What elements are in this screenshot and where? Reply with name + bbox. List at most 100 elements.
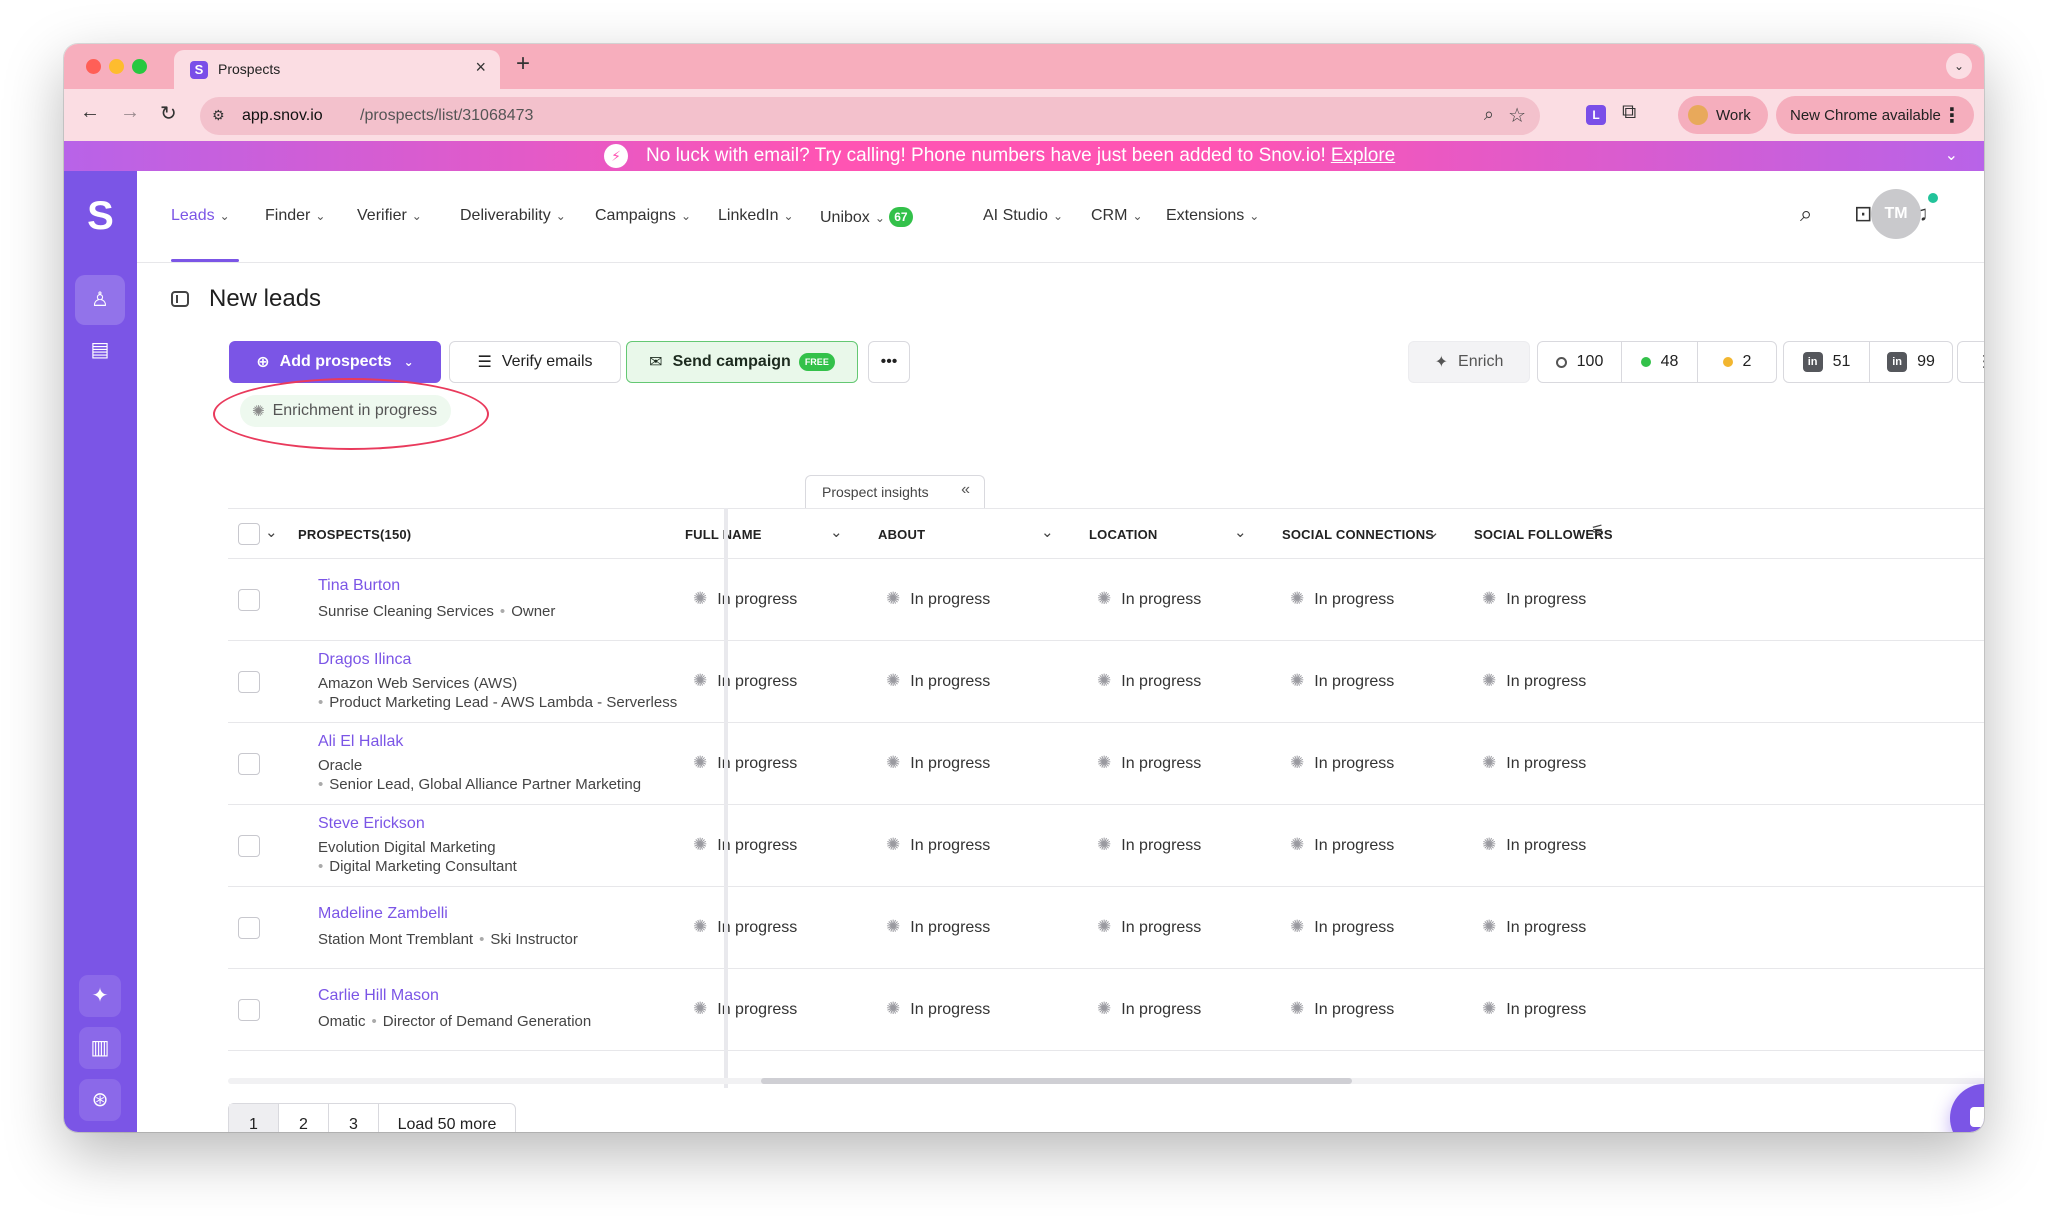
stat-linkedin-a[interactable]: in 51 [1784,342,1870,382]
verify-emails-label: Verify emails [501,353,593,370]
spinner-icon: ✺ [886,835,901,854]
linkedin-stats: in 51 in 99 [1783,341,1953,383]
nav-extensions[interactable]: Extensions ⌄ [1166,207,1259,225]
prospect-insights-tab[interactable]: Prospect insights « [805,475,985,509]
send-campaign-button[interactable]: ✉ Send campaign FREE [626,341,858,383]
sidebar-help-lifebuoy-icon[interactable]: ⊛ [79,1079,121,1121]
row-checkbox[interactable] [238,671,260,693]
chevron-down-icon[interactable]: ⌄ [1041,523,1054,541]
nav-leads[interactable]: Leads ⌄ [171,207,230,225]
chevron-down-icon[interactable]: ⌄ [830,523,843,541]
maximize-window-button[interactable] [132,59,147,74]
sidebar-prospects-person-icon[interactable]: ♙ [75,275,125,325]
nav-linkedin[interactable]: LinkedIn ⌄ [718,207,794,225]
cell-social-followers: ✺ In progress [1482,917,1586,937]
chevron-down-icon[interactable]: ⌄ [1427,523,1440,541]
verify-emails-button[interactable]: ☰ Verify emails [449,341,621,383]
sidebar-companies-icon[interactable]: ▤ [75,325,125,375]
banner-text: No luck with email? Try calling! Phone n… [646,145,1326,166]
prospect-name-link[interactable]: Tina Burton [318,577,400,595]
banner-collapse-icon[interactable]: ⌄ [1945,145,1958,165]
prospect-name-link[interactable]: Madeline Zambelli [318,905,448,923]
nav-finder[interactable]: Finder ⌄ [265,207,325,225]
column-settings-sliders-icon[interactable]: ⚟ [1591,521,1604,539]
extension-l-icon[interactable]: L [1586,105,1606,125]
extensions-puzzle-icon[interactable]: ⧉ [1622,101,1636,124]
row-checkbox[interactable] [238,835,260,857]
nav-ai-studio[interactable]: AI Studio ⌄ [983,207,1063,225]
row-checkbox[interactable] [238,589,260,611]
collapse-double-chevron-icon[interactable]: « [961,481,970,499]
sidebar-tips-lightbulb-icon[interactable]: ✦ [79,975,121,1017]
row-checkbox[interactable] [238,999,260,1021]
rewards-ticket-icon[interactable]: ⊡ [1854,201,1872,227]
page-2-button[interactable]: 2 [279,1104,329,1132]
column-header-about[interactable]: ABOUT [878,527,925,542]
table-row[interactable]: Carlie Hill Mason Omatic • Director of Dem… [228,969,1984,1051]
chat-support-button[interactable] [1950,1084,1984,1132]
back-arrow-icon[interactable]: ← [80,101,100,124]
table-row[interactable]: Ali El Hallak Oracle • Senior Lead, Globa… [228,723,1984,805]
horizontal-scrollbar[interactable] [228,1078,1984,1084]
nav-crm[interactable]: CRM ⌄ [1091,207,1143,225]
prospect-name-link[interactable]: Dragos Ilinca [318,651,411,669]
stat-unverified-value: 2 [1742,353,1752,370]
minimize-window-button[interactable] [109,59,124,74]
forward-arrow-icon[interactable]: → [120,101,140,124]
profile-avatar [1688,105,1708,125]
chrome-update-chip[interactable]: New Chrome available ⋮ [1776,96,1974,134]
row-checkbox[interactable] [238,917,260,939]
spinner-icon: ✺ [1097,671,1112,690]
stat-unverified[interactable]: 2 [1698,342,1776,382]
enrich-button[interactable]: ✦ Enrich [1408,341,1530,383]
sidebar-toggle-icon[interactable] [171,291,189,307]
site-settings-icon[interactable]: ⚙ [212,107,225,124]
zoom-icon[interactable]: ⌕ [1484,104,1494,125]
more-menu-icon[interactable]: ⋮ [1942,103,1962,128]
more-actions-button[interactable]: ••• [868,341,910,383]
page-1-button[interactable]: 1 [229,1104,279,1132]
spinner-icon: ✺ [693,753,708,772]
verify-list-icon: ☰ [477,354,492,371]
nav-unibox[interactable]: Unibox ⌄ 67 [820,207,913,227]
column-header-social-connections[interactable]: SOCIAL CONNECTIONS [1282,527,1434,542]
prospect-name-link[interactable]: Carlie Hill Mason [318,987,439,1005]
prospect-name-link[interactable]: Ali El Hallak [318,733,403,751]
tab-search-chevron-icon[interactable]: ⌄ [1946,53,1972,79]
banner-explore-link[interactable]: Explore [1331,145,1395,167]
table-row[interactable]: Madeline Zambelli Station Mont Tremblant… [228,887,1984,969]
search-icon[interactable]: ⌕ [1800,201,1812,227]
select-options-chevron-icon[interactable]: ⌄ [265,523,278,541]
nav-verifier[interactable]: Verifier ⌄ [357,207,422,225]
load-more-button[interactable]: Load 50 more [379,1104,515,1132]
sidebar-knowledge-book-icon[interactable]: ▥ [79,1027,121,1069]
close-window-button[interactable] [86,59,101,74]
page-3-button[interactable]: 3 [329,1104,379,1132]
new-tab-plus-icon[interactable]: + [516,50,530,78]
table-row[interactable]: Dragos Ilinca Amazon Web Services (AWS) … [228,641,1984,723]
tab-close-icon[interactable]: × [475,57,486,78]
table-row[interactable]: Steve Erickson Evolution Digital Marketi… [228,805,1984,887]
stat-linkedin-b[interactable]: in 99 [1870,342,1952,382]
chevron-down-icon[interactable]: ⌄ [1234,523,1247,541]
nav-deliverability[interactable]: Deliverability ⌄ [460,207,566,225]
bullet-separator: • [479,931,485,948]
user-avatar[interactable]: TM [1871,189,1921,239]
nav-campaigns[interactable]: Campaigns ⌄ [595,207,691,225]
snovio-logo[interactable]: S [64,171,137,261]
table-row[interactable]: Tina Burton Sunrise Cleaning Services • Ow… [228,559,1984,641]
stat-total[interactable]: 100 [1538,342,1622,382]
browser-tab-prospects[interactable]: S Prospects × [174,50,500,89]
horizontal-scrollbar-thumb[interactable] [761,1078,1352,1084]
profile-chip[interactable]: Work [1678,96,1768,134]
stat-verified[interactable]: 48 [1622,342,1698,382]
add-prospects-button[interactable]: ⊕ Add prospects ⌄ [229,341,441,383]
select-all-checkbox[interactable] [238,523,260,545]
address-bar[interactable]: ⚙ app.snov.io /prospects/list/31068473 ⌕… [200,97,1540,135]
row-checkbox[interactable] [238,753,260,775]
reload-icon[interactable]: ↻ [160,101,177,126]
column-header-location[interactable]: LOCATION [1089,527,1158,542]
prospect-name-link[interactable]: Steve Erickson [318,815,425,833]
bookmark-star-icon[interactable]: ☆ [1508,103,1526,128]
filter-button[interactable]: ☰ [1957,341,1984,383]
